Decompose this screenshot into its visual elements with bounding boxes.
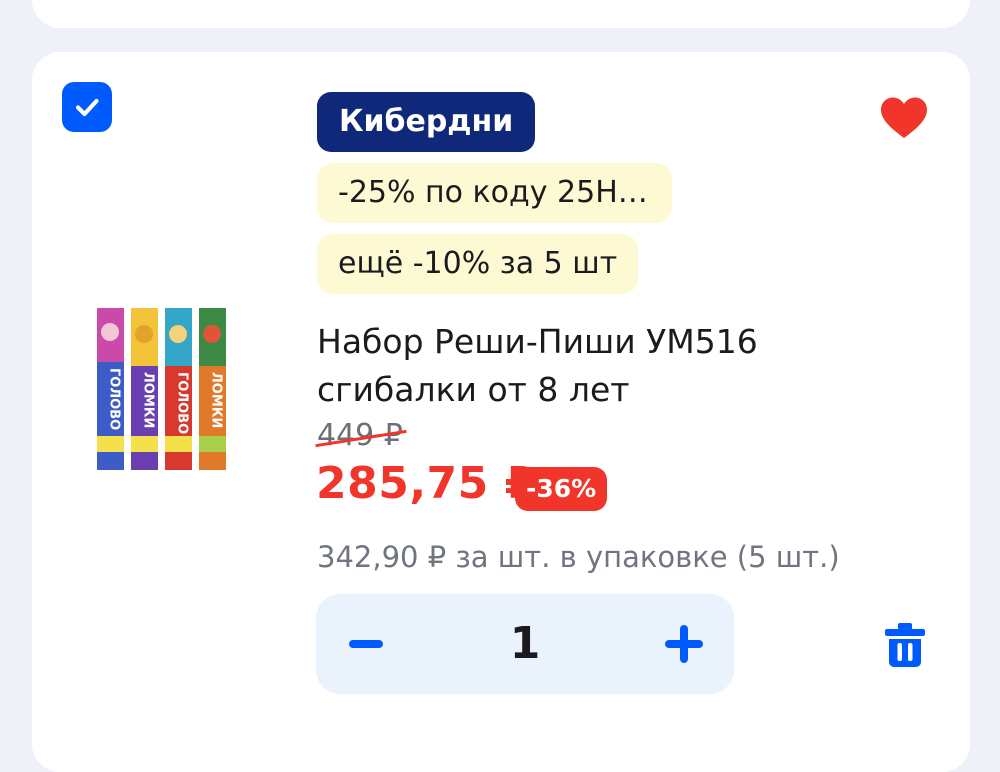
discount-badge: -36% <box>515 467 608 511</box>
increase-quantity-button[interactable] <box>634 594 734 694</box>
product-pack-4: ЛОМКИ <box>199 308 226 470</box>
product-pack-2: ЛОМКИ <box>131 308 158 470</box>
favorite-button[interactable] <box>879 96 929 140</box>
cyber-days-badge: Кибердни <box>317 92 536 152</box>
product-title[interactable]: Набор Реши-Пиши УМ516 сгибалки от 8 лет <box>317 318 877 414</box>
check-icon <box>75 98 99 117</box>
bulk-discount-badge[interactable]: ещё -10% за 5 шт <box>317 234 639 294</box>
current-price: 285,75 ₽ <box>316 458 536 509</box>
svg-text:ГОЛОВО: ГОЛОВО <box>107 368 122 430</box>
quantity-value[interactable]: 1 <box>416 594 634 694</box>
svg-text:ГОЛОВО: ГОЛОВО <box>175 372 190 434</box>
unit-price: 342,90 ₽ за шт. в упаковке (5 шт.) <box>317 540 840 574</box>
select-item-checkbox[interactable] <box>62 82 112 132</box>
decrease-quantity-button[interactable] <box>316 594 416 694</box>
old-price-value: 449 ₽ <box>317 418 403 453</box>
quantity-stepper: 1 <box>316 594 734 694</box>
product-image[interactable]: ГОЛОВО ЛОМКИ ГОЛОВО ЛОМКИ <box>66 296 266 506</box>
delete-item-button[interactable] <box>880 620 930 670</box>
minus-icon <box>349 640 383 648</box>
previous-cart-item-card <box>32 0 970 28</box>
old-price: 449 ₽ <box>315 418 407 453</box>
trash-icon <box>885 623 925 667</box>
promo-code-badge[interactable]: -25% по коду 25Н… <box>317 163 672 223</box>
svg-text:ЛОМКИ: ЛОМКИ <box>141 372 156 428</box>
product-pack-3: ГОЛОВО <box>165 308 192 470</box>
svg-text:ЛОМКИ: ЛОМКИ <box>209 372 224 428</box>
heart-icon <box>881 97 927 138</box>
product-pack-1: ГОЛОВО <box>97 308 124 470</box>
plus-icon <box>665 625 703 663</box>
